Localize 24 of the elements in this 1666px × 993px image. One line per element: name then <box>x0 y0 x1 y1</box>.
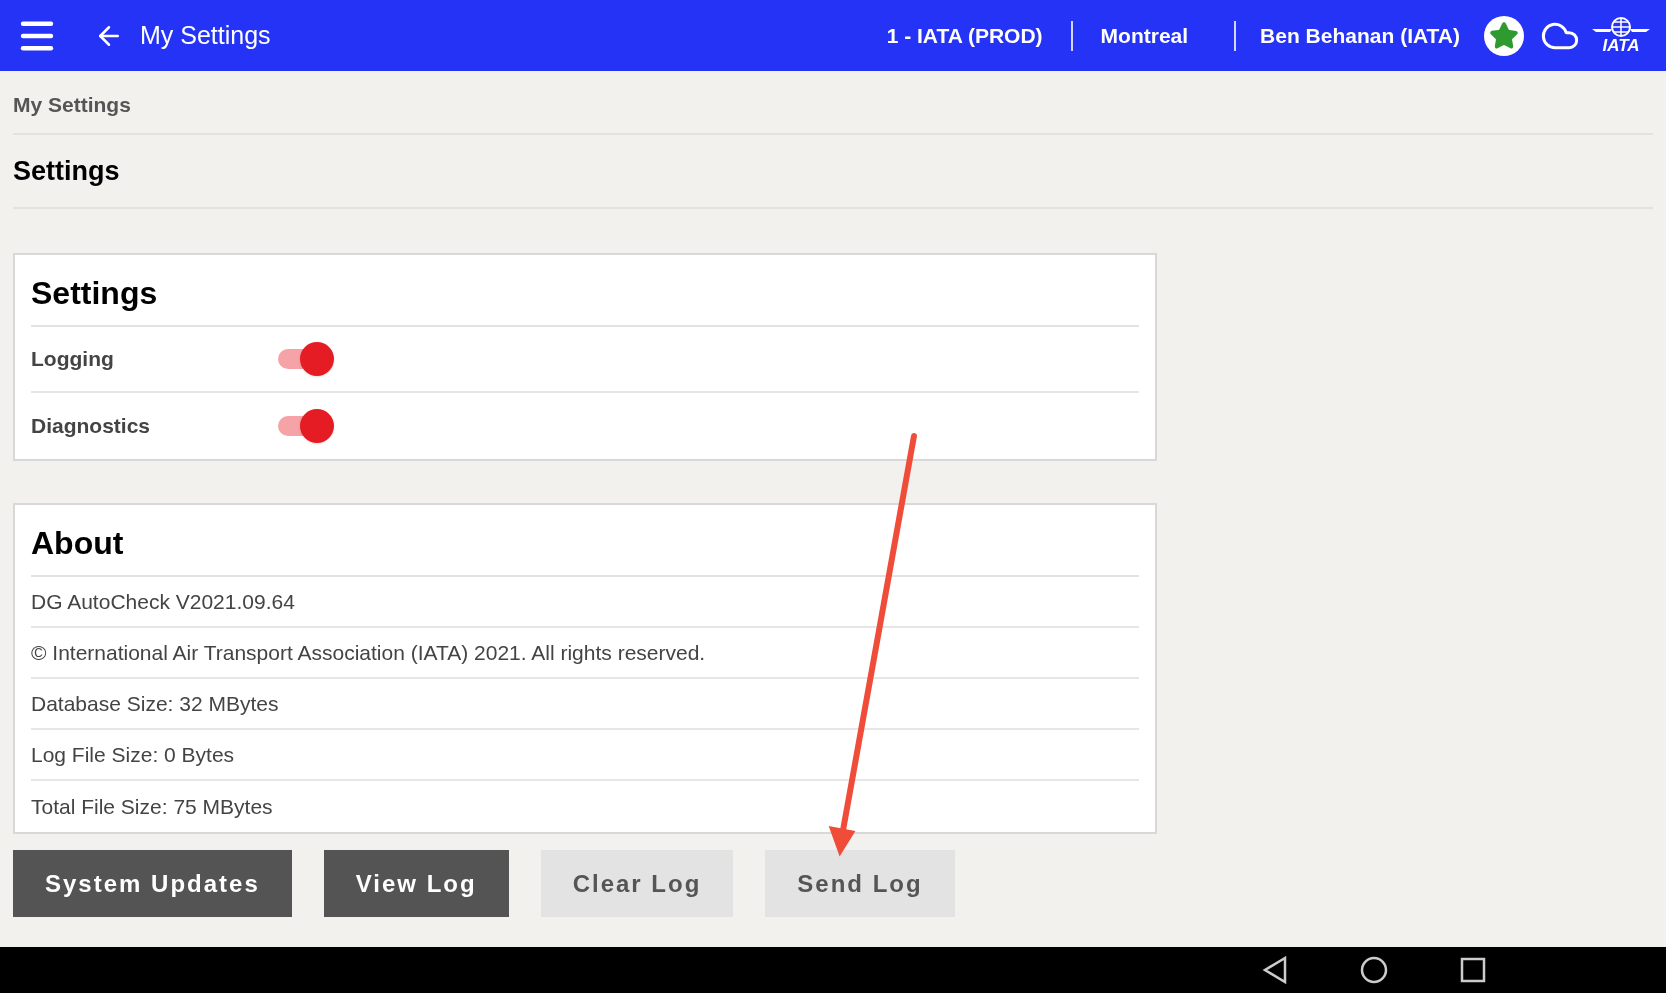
square-icon[interactable] <box>1460 957 1486 983</box>
about-line: DG AutoCheck V2021.09.64 <box>31 577 1139 628</box>
back-triangle-icon[interactable] <box>1262 956 1288 984</box>
toggle-switch[interactable] <box>278 408 334 444</box>
logo-text: IATA <box>1602 37 1640 54</box>
account-label: 1 - IATA (PROD) <box>886 22 1043 49</box>
toggle-label: Logging <box>31 346 115 373</box>
globe-wings-icon <box>1592 17 1650 37</box>
about-line: © International Air Transport Association (IATA) 2021. All rights reserved. <box>31 628 1139 679</box>
user-label: Ben Behanan (IATA) <box>1260 22 1460 49</box>
app-bar-title: My Settings <box>140 19 271 51</box>
page-title: Settings <box>13 134 1653 209</box>
home-circle-icon[interactable] <box>1360 956 1388 984</box>
breadcrumb: My Settings <box>13 71 1653 135</box>
about-line: Database Size: 32 MBytes <box>31 679 1139 730</box>
location-label: Montreal <box>1100 22 1189 49</box>
card-title: Settings <box>31 255 1139 327</box>
toggle-switch[interactable] <box>278 341 334 377</box>
toggle-label: Diagnostics <box>31 413 152 440</box>
card-title: About <box>31 505 1139 577</box>
about-line: Log File Size: 0 Bytes <box>31 730 1139 781</box>
about-line: Total File Size: 75 MBytes <box>31 793 274 820</box>
action-button[interactable]: System Updates <box>13 850 292 917</box>
action-button[interactable]: View Log <box>323 850 509 917</box>
